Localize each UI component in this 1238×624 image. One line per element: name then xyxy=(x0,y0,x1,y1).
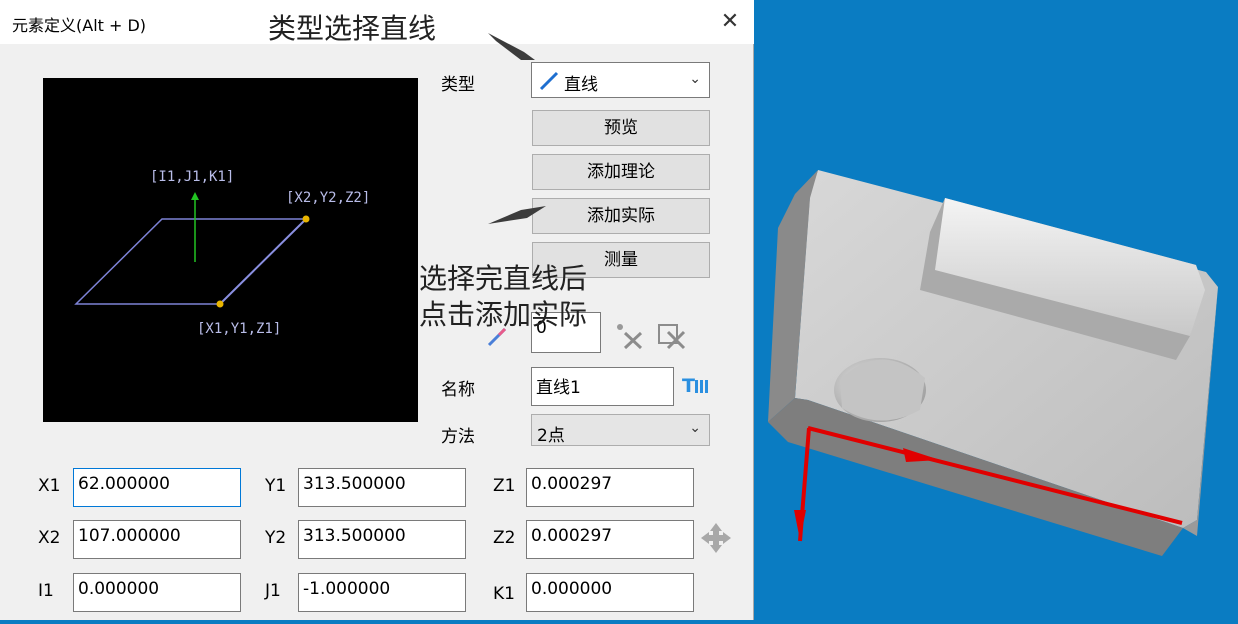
z-axis-arrowhead xyxy=(794,510,806,540)
z2-label: Z2 xyxy=(493,528,516,548)
normal-vector-arrowhead xyxy=(191,192,199,200)
part-model xyxy=(768,170,1218,556)
text-format-icon[interactable]: T xyxy=(682,373,712,397)
i1-label: I1 xyxy=(38,581,54,601)
annotation-click-add-actual: 选择完直线后 点击添加实际 xyxy=(419,261,587,333)
3d-viewport[interactable] xyxy=(755,0,1238,620)
preview-svg: [I1,J1,K1] [X2,Y2,Z2] [X1,Y1,Z1] xyxy=(74,169,370,337)
close-icon[interactable]: ✕ xyxy=(716,8,744,36)
y2-label: Y2 xyxy=(265,528,287,548)
dialog-title: 元素定义(Alt + D) xyxy=(12,16,147,35)
x1-label: X1 xyxy=(38,476,61,496)
element-definition-dialog: 元素定义(Alt + D) ✕ [I1,J1,K1] [X2,Y2,Z2] [X… xyxy=(0,0,754,620)
x1-input[interactable]: 62.000000 xyxy=(73,468,241,507)
move-arrows-icon[interactable] xyxy=(699,521,733,555)
y2-input[interactable]: 313.500000 xyxy=(298,520,466,559)
chevron-down-icon: ⌄ xyxy=(689,71,701,87)
j1-input[interactable]: -1.000000 xyxy=(298,573,466,612)
svg-text:T: T xyxy=(682,375,695,397)
plane-outline xyxy=(74,218,308,305)
k1-input[interactable]: 0.000000 xyxy=(526,573,694,612)
delete-point-icon[interactable] xyxy=(614,322,646,350)
k1-label: K1 xyxy=(493,584,515,604)
name-label: 名称 xyxy=(441,380,475,400)
clear-points-icon[interactable] xyxy=(656,322,688,350)
y1-input[interactable]: 313.500000 xyxy=(298,468,466,507)
annotation-line-2: 点击添加实际 xyxy=(419,298,588,331)
label-ijk: [I1,J1,K1] xyxy=(150,169,234,185)
j1-label: J1 xyxy=(265,581,281,601)
method-select[interactable]: 2点 ⌄ xyxy=(531,414,710,446)
preview-button[interactable]: 预览 xyxy=(532,110,710,146)
chevron-down-icon: ⌄ xyxy=(689,420,701,436)
annotation-line-1: 选择完直线后 xyxy=(419,262,588,295)
label-point-1: [X1,Y1,Z1] xyxy=(197,321,281,337)
method-label: 方法 xyxy=(441,427,475,447)
y1-label: Y1 xyxy=(265,476,287,496)
line-preview-diagram: [I1,J1,K1] [X2,Y2,Z2] [X1,Y1,Z1] xyxy=(43,78,418,422)
type-select-value: 直线 xyxy=(564,75,598,95)
point-1-marker xyxy=(216,300,224,308)
add-actual-button[interactable]: 添加实际 xyxy=(532,198,710,234)
type-select[interactable]: 直线 ⌄ xyxy=(531,62,710,98)
z1-label: Z1 xyxy=(493,476,516,496)
method-select-value: 2点 xyxy=(537,426,565,446)
add-theory-button[interactable]: 添加理论 xyxy=(532,154,710,190)
line-type-icon xyxy=(539,71,559,91)
z1-input[interactable]: 0.000297 xyxy=(526,468,694,507)
label-point-2: [X2,Y2,Z2] xyxy=(286,190,370,206)
line-segment xyxy=(219,218,307,305)
point-2-marker xyxy=(302,215,310,223)
type-label: 类型 xyxy=(441,75,475,95)
i1-input[interactable]: 0.000000 xyxy=(73,573,241,612)
name-input[interactable]: 直线1 xyxy=(531,367,674,406)
annotation-select-line-type: 类型选择直线 xyxy=(268,12,437,45)
x2-label: X2 xyxy=(38,528,61,548)
z2-input[interactable]: 0.000297 xyxy=(526,520,694,559)
x2-input[interactable]: 107.000000 xyxy=(73,520,241,559)
